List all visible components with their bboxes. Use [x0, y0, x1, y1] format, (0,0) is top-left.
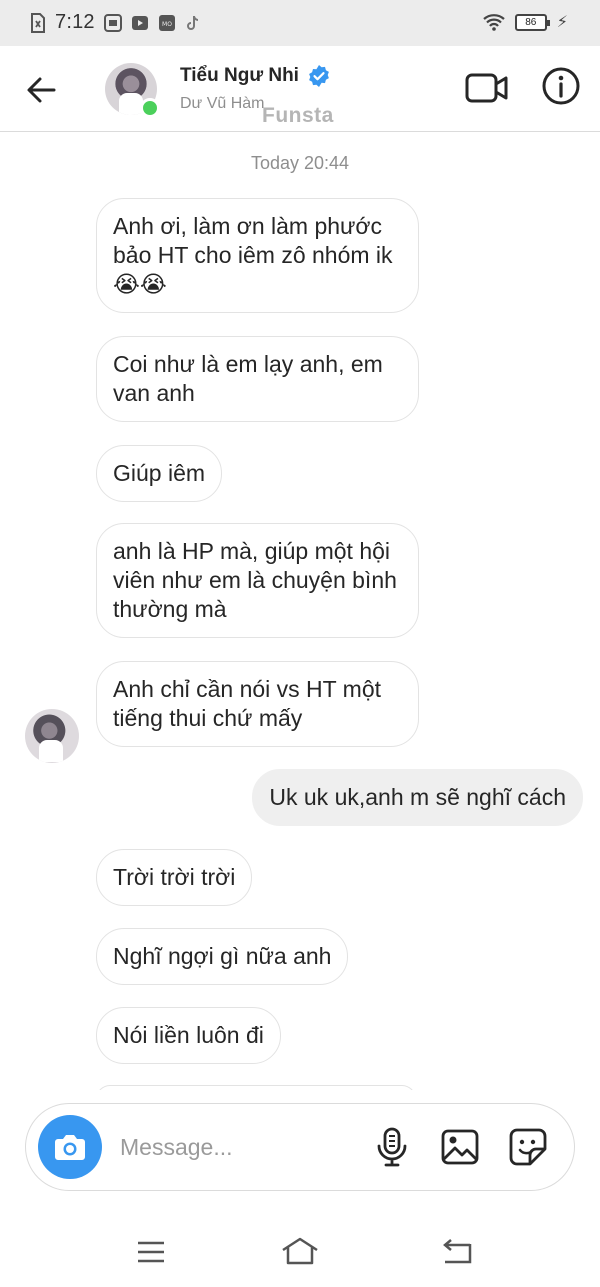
message-text: Uk uk uk,anh m sẽ nghĩ cách: [269, 784, 566, 810]
verified-badge-icon: [309, 65, 329, 87]
message-text: Anh chỉ cần nói vs HT một tiếng thui chứ…: [113, 676, 382, 731]
message-text: Nghĩ ngợi gì nữa anh: [113, 943, 332, 969]
sim-card-icon: [31, 12, 45, 33]
message-bubble-incoming[interactable]: Nghĩ ngợi gì nữa anh: [96, 928, 349, 985]
tiktok-icon: [186, 15, 198, 30]
message-text: Trời trời trời: [113, 864, 236, 890]
message-input[interactable]: [120, 1128, 360, 1166]
info-icon[interactable]: [541, 66, 581, 106]
nav-home-icon[interactable]: [280, 1236, 320, 1266]
message-text: anh là HP mà, giúp một hội viên như em l…: [113, 538, 397, 622]
youtube-icon: [131, 15, 148, 30]
message-bubble-outgoing[interactable]: Uk uk uk,anh m sẽ nghĩ cách: [252, 769, 583, 826]
chat-timestamp: Today 20:44: [250, 153, 350, 173]
gallery-icon[interactable]: [441, 1129, 479, 1165]
online-indicator: [140, 98, 160, 118]
status-right: 86 ⚡: [483, 12, 568, 32]
contact-avatar[interactable]: [105, 63, 160, 118]
momo-icon: MO: [158, 14, 175, 31]
microphone-icon[interactable]: [374, 1127, 410, 1167]
message-bubble-incoming[interactable]: anh là HP mà, giúp một hội viên như em l…: [96, 523, 419, 638]
conversation-header: Tiểu Ngư Nhi Dư Vũ Hàm Funsta: [0, 46, 600, 132]
contact-name: Tiểu Ngư Nhi: [180, 65, 299, 86]
back-arrow-icon[interactable]: [22, 70, 62, 110]
message-bubble-incoming[interactable]: Coi như là em lạy anh, em van anh: [96, 336, 419, 422]
contact-subtitle: Dư Vũ Hàm: [180, 95, 265, 112]
message-bubble-incoming[interactable]: Anh chỉ cần nói vs HT một tiếng thui chứ…: [96, 661, 419, 747]
status-bar: 7:12 MO 86 ⚡: [0, 0, 600, 46]
sticker-icon[interactable]: [509, 1128, 547, 1166]
svg-text:MO: MO: [162, 21, 172, 28]
message-bubble-incoming[interactable]: Giúp iêm: [96, 445, 223, 502]
nav-menu-icon[interactable]: [136, 1240, 166, 1264]
message-bubble-incoming[interactable]: Anh ơi, làm ơn làm phước bảo HT cho iêm …: [96, 198, 419, 313]
wifi-icon: [483, 14, 505, 31]
message-text: Giúp iêm: [113, 460, 206, 486]
camera-icon: [55, 1135, 85, 1160]
charging-icon: ⚡: [556, 14, 568, 31]
battery-indicator: 86: [514, 13, 550, 31]
camera-button[interactable]: [38, 1115, 102, 1179]
nav-back-icon[interactable]: [441, 1238, 473, 1264]
video-call-icon[interactable]: [465, 68, 509, 108]
message-bubble-incoming[interactable]: Trời trời trời: [96, 849, 253, 906]
status-time: 7:12: [55, 11, 95, 33]
message-bubble-incoming[interactable]: Nói liền luôn đi: [96, 1007, 281, 1064]
message-text: Nói liền luôn đi: [113, 1022, 264, 1048]
message-text: Coi như là em lạy anh, em van anh: [113, 351, 383, 406]
watermark-text: Funsta: [262, 104, 334, 127]
sender-avatar[interactable]: [25, 709, 79, 763]
notification-app-icon: [103, 13, 122, 32]
message-text: Anh ơi, làm ơn làm phước bảo HT cho iêm …: [113, 213, 393, 297]
system-nav-bar: [0, 1210, 600, 1287]
contact-name-row[interactable]: Tiểu Ngư Nhi: [180, 64, 331, 88]
status-left: 7:12 MO: [30, 11, 201, 34]
